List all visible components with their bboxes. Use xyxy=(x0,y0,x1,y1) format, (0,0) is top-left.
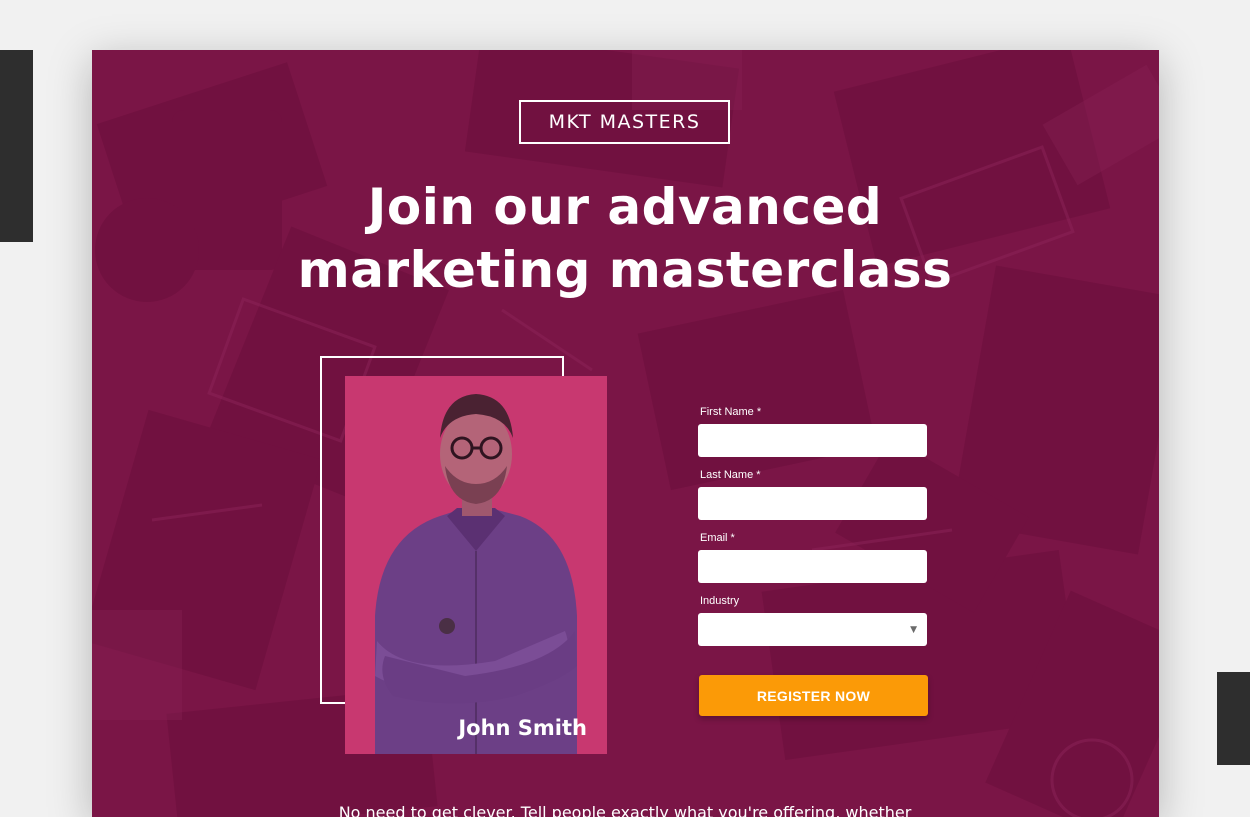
register-now-button[interactable]: REGISTER NOW xyxy=(699,675,928,716)
hero-headline: Join our advanced marketing masterclass xyxy=(175,176,1075,302)
email-label: Email * xyxy=(700,532,735,544)
speaker-portrait-illustration xyxy=(345,376,607,754)
first-name-label: First Name * xyxy=(700,406,762,418)
brand-logo: MKT MASTERS xyxy=(519,100,730,144)
caret-down-icon: ▼ xyxy=(910,625,917,635)
background-desk-image xyxy=(92,50,1159,817)
first-name-input[interactable] xyxy=(698,424,927,457)
landing-page-hero: MKT MASTERS Join our advanced marketing … xyxy=(92,50,1159,817)
speaker-photo: John Smith xyxy=(345,376,607,754)
headline-line-2: marketing masterclass xyxy=(297,241,953,299)
last-name-label: Last Name * xyxy=(700,469,761,481)
right-edge-block xyxy=(1217,672,1250,765)
left-edge-block xyxy=(0,50,33,242)
register-now-label: REGISTER NOW xyxy=(756,687,871,704)
registration-form: First Name * Last Name * Email * Industr… xyxy=(698,405,928,657)
industry-select[interactable]: ▼ xyxy=(698,613,927,646)
last-name-input[interactable] xyxy=(698,487,927,520)
email-input[interactable] xyxy=(698,550,927,583)
industry-label: Industry xyxy=(700,595,740,607)
brand-logo-text: MKT MASTERS xyxy=(548,111,701,133)
speaker-name: John Smith xyxy=(458,716,587,740)
intro-paragraph: No need to get clever. Tell people exact… xyxy=(338,803,912,817)
headline-line-1: Join our advanced xyxy=(367,178,883,236)
